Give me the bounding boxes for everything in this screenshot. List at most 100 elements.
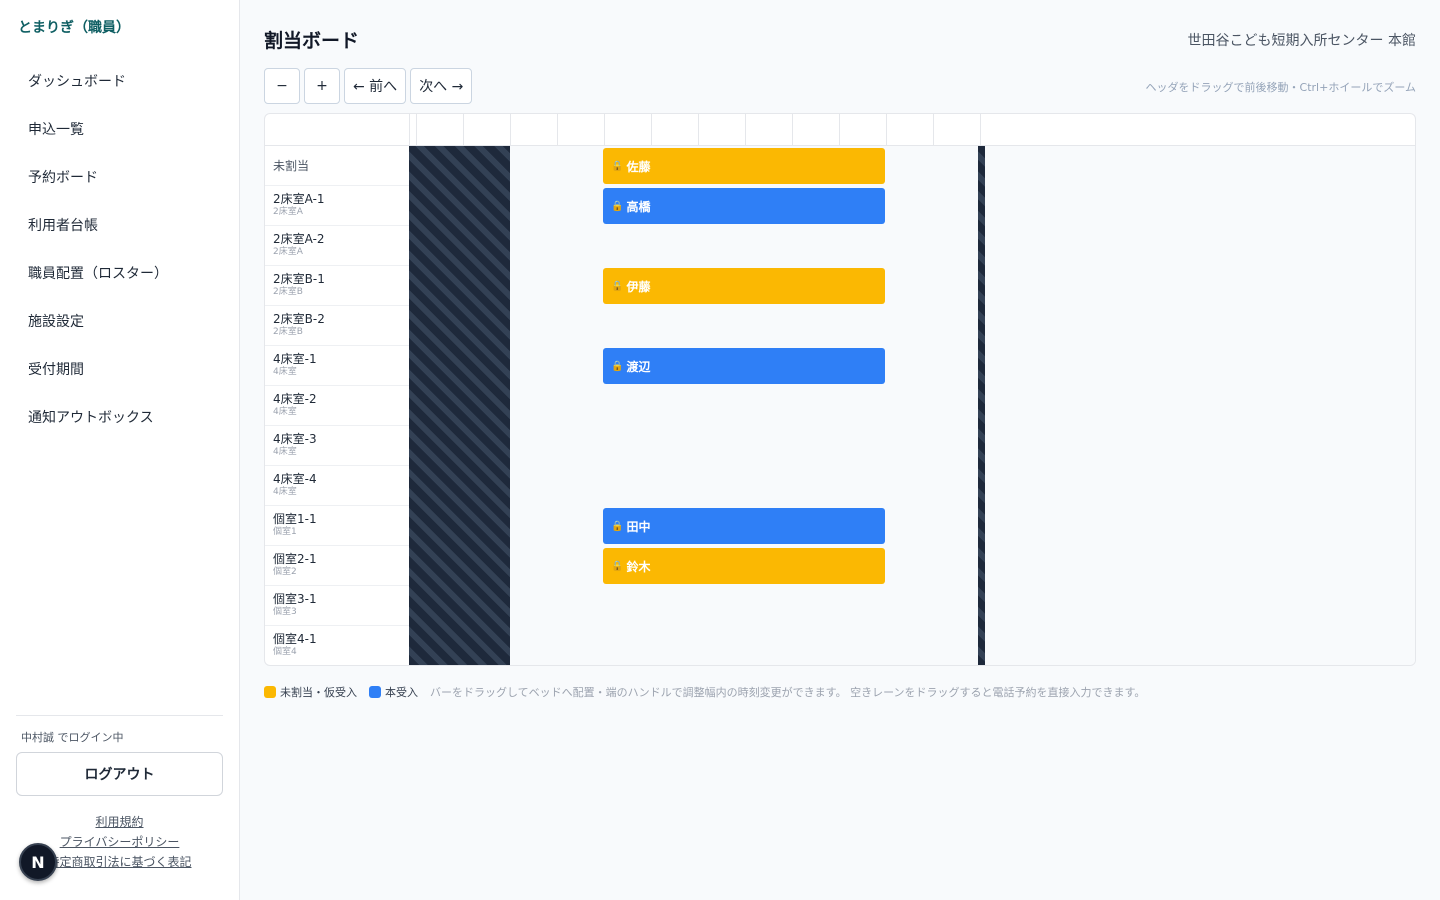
timeline-header-cell[interactable] [745, 114, 746, 146]
page-title: 割当ボード [264, 30, 360, 52]
bed-row-label: 2床室A-1 [273, 192, 325, 206]
timeline-header-cell[interactable] [463, 114, 464, 146]
timeline-header-cell[interactable] [651, 114, 652, 146]
bed-row-label: 2床室A-2 [273, 232, 325, 246]
zoom-in-button[interactable]: + [304, 68, 340, 104]
logout-button[interactable]: ログアウト [16, 752, 223, 796]
legend: 未割当・仮受入 本受入 バーをドラッグしてベッドへ配置・端のハンドルで調整幅内の… [264, 684, 1145, 700]
reservation-bar-tentative[interactable]: 🔒 佐藤 [603, 148, 885, 184]
bed-row-room: 4床室 [273, 487, 297, 497]
bed-row: 4床室-2 4床室 [265, 386, 409, 426]
confirmed-swatch [369, 686, 381, 698]
nav-notification-outbox[interactable]: 通知アウトボックス [0, 394, 240, 442]
terms-link[interactable]: 利用規約 [16, 812, 223, 832]
bed-row-label: 個室4-1 [273, 632, 317, 646]
timeline-grid[interactable]: 🔒 佐藤 🔒 高橋 🔒 伊藤 🔒 渡辺 🔒 田中 🔒 鈴木 [409, 146, 1415, 665]
reservation-bar-tentative[interactable]: 🔒 伊藤 [603, 268, 885, 304]
bed-row-room: 4床室 [273, 367, 297, 377]
reservation-name: 田中 [626, 519, 651, 534]
lock-icon: 🔒 [611, 200, 624, 212]
prev-button[interactable]: ← 前へ [344, 68, 407, 104]
timeline-header-cell[interactable] [933, 114, 934, 146]
bed-row: 2床室B-2 2床室B [265, 306, 409, 346]
board-toolbar: − + ← 前へ 次へ → [264, 68, 473, 104]
reservation-bar-confirmed[interactable]: 🔒 田中 [603, 508, 885, 544]
bed-row: 個室4-1 個室4 [265, 626, 409, 665]
bed-row: 4床室-3 4床室 [265, 426, 409, 466]
timeline-header-cell[interactable] [557, 114, 558, 146]
bed-row: 2床室B-1 2床室B [265, 266, 409, 306]
tentative-swatch [264, 686, 276, 698]
bed-row-room: 2床室B [273, 327, 303, 337]
zoom-out-button[interactable]: − [264, 68, 300, 104]
bed-row: 2床室A-1 2床室A [265, 186, 409, 226]
bed-rows: 未割当 2床室A-1 2床室A 2床室A-2 2床室A 2床室B-1 2床室B 2床室B-2 2… [265, 146, 409, 665]
bed-row-room: 個室2 [273, 567, 297, 577]
assignment-board: 未割当 2床室A-1 2床室A 2床室A-2 2床室A 2床室B-1 2床室B 2床室B-2 2… [264, 113, 1416, 666]
bed-row-label: 2床室B-2 [273, 312, 325, 326]
timeline-header-cell[interactable] [416, 114, 417, 146]
bed-row-label: 個室1-1 [273, 512, 317, 526]
bed-row: 個室1-1 個室1 [265, 506, 409, 546]
app-brand[interactable]: とまりぎ（職員） [18, 17, 130, 37]
row-unassigned: 未割当 [265, 146, 409, 186]
bed-row-room: 個室4 [273, 647, 297, 657]
legend-note: バーをドラッグしてベッドへ配置・端のハンドルで調整幅内の時刻変更ができます。 空… [430, 686, 1146, 699]
bed-row-room: 2床室A [273, 207, 303, 217]
reservation-bar-confirmed[interactable]: 🔒 高橋 [603, 188, 885, 224]
bed-row-label: 4床室-1 [273, 352, 317, 366]
bed-row-room: 4床室 [273, 447, 297, 457]
nav-applications[interactable]: 申込一覧 [0, 106, 240, 154]
bed-row-room: 2床室B [273, 287, 303, 297]
bed-row-label: 個室3-1 [273, 592, 317, 606]
timeline-header-cell[interactable] [409, 114, 410, 146]
nav-reservation-board[interactable]: 予約ボード [0, 154, 240, 202]
next-button[interactable]: 次へ → [410, 68, 473, 104]
lock-icon: 🔒 [611, 160, 624, 172]
bed-row: 2床室A-2 2床室A [265, 226, 409, 266]
timeline-header[interactable] [265, 114, 1415, 146]
login-status: 中村誠 でログイン中 [21, 731, 124, 744]
reservation-name: 高橋 [626, 199, 651, 214]
bed-row-label: 4床室-3 [273, 432, 317, 446]
nav-dashboard[interactable]: ダッシュボード [0, 58, 240, 106]
legend-tentative-label: 未割当・仮受入 [280, 686, 357, 699]
lock-icon: 🔒 [611, 280, 624, 292]
bed-row-room: 個室3 [273, 607, 297, 617]
bed-row: 4床室-4 4床室 [265, 466, 409, 506]
reservation-name: 佐藤 [626, 159, 651, 174]
timeline-header-cell[interactable] [886, 114, 887, 146]
bed-row-label: 個室2-1 [273, 552, 317, 566]
reservation-bar-tentative[interactable]: 🔒 鈴木 [603, 548, 885, 584]
reservation-name: 渡辺 [626, 359, 651, 374]
timeline-header-cell[interactable] [510, 114, 511, 146]
n-badge-icon[interactable]: N [19, 843, 57, 881]
bed-row: 個室3-1 個室3 [265, 586, 409, 626]
reservation-bar-confirmed[interactable]: 🔒 渡辺 [603, 348, 885, 384]
nav-reception-period[interactable]: 受付期間 [0, 346, 240, 394]
facility-name: 世田谷こども短期入所センター 本館 [1187, 33, 1416, 49]
timeline-header-cell[interactable] [604, 114, 605, 146]
bed-row-room: 4床室 [273, 407, 297, 417]
bed-row-label: 未割当 [273, 159, 310, 173]
bed-row-room: 個室1 [273, 527, 297, 537]
unavailable-hatch [978, 146, 985, 665]
bed-row-room: 2床室A [273, 247, 303, 257]
sidebar-divider [16, 715, 223, 716]
unavailable-hatch [409, 146, 510, 665]
lock-icon: 🔒 [611, 520, 624, 532]
nav-staff-roster[interactable]: 職員配置（ロスター） [0, 250, 240, 298]
nav-facility-settings[interactable]: 施設設定 [0, 298, 240, 346]
timeline-header-cell[interactable] [980, 114, 981, 146]
timeline-header-cell[interactable] [792, 114, 793, 146]
legend-confirmed-label: 本受入 [385, 686, 418, 699]
lock-icon: 🔒 [611, 360, 624, 372]
board-hint: ヘッダをドラッグで前後移動・Ctrl+ホイールでズーム [1145, 81, 1416, 94]
reservation-name: 鈴木 [626, 559, 651, 574]
bed-row-label: 4床室-2 [273, 392, 317, 406]
reservation-name: 伊藤 [626, 279, 651, 294]
sidebar-nav: ダッシュボード 申込一覧 予約ボード 利用者台帳 職員配置（ロスター） 施設設定… [0, 58, 240, 442]
timeline-header-cell[interactable] [839, 114, 840, 146]
nav-user-registry[interactable]: 利用者台帳 [0, 202, 240, 250]
timeline-header-cell[interactable] [698, 114, 699, 146]
